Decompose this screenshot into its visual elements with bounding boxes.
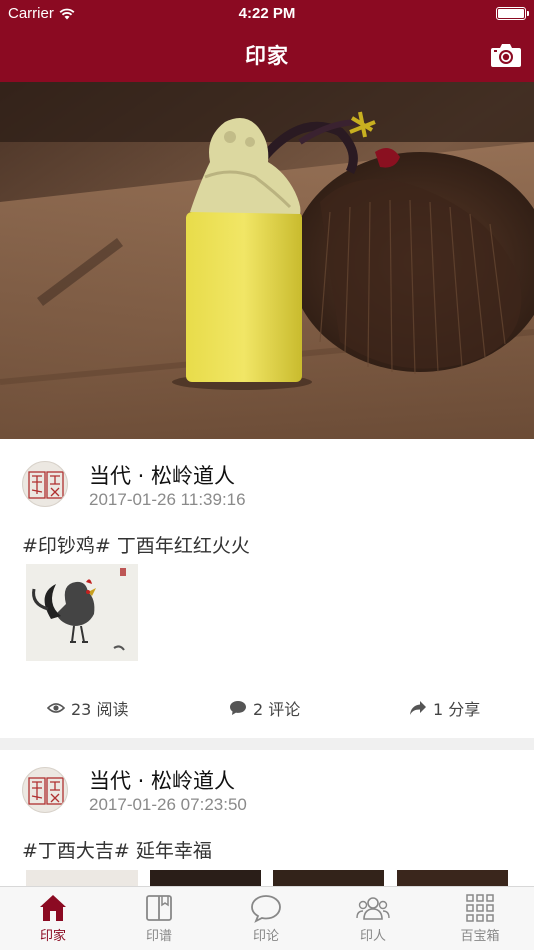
- tab-yinren[interactable]: 印人: [333, 893, 413, 944]
- status-time: 4:22 PM: [238, 5, 296, 22]
- views-label: 23 阅读: [71, 700, 129, 719]
- tab-baibaoxiang[interactable]: 百宝箱: [440, 893, 520, 944]
- page-title: 印家: [245, 44, 289, 68]
- tab-label: 印人: [359, 929, 386, 944]
- post-card[interactable]: 当代 · 松岭道人 2017-01-26 07:23:50 #丁酉大吉# 延年幸…: [0, 750, 534, 886]
- seal-avatar-icon: [28, 471, 64, 499]
- post-stats: 23 阅读 2 评论 1 分享: [0, 696, 534, 726]
- share-button[interactable]: 1 分享: [409, 696, 480, 720]
- seal-stone-photo: [0, 82, 534, 439]
- battery-icon: [496, 7, 529, 20]
- tab-bar: 印家 印谱 印论 印人 百宝箱: [0, 886, 534, 950]
- comments-label: 2 评论: [253, 700, 301, 719]
- tab-label: 百宝箱: [460, 929, 500, 944]
- rooster-painting: [26, 564, 138, 661]
- book-icon: [146, 895, 172, 921]
- post-image[interactable]: [273, 870, 384, 886]
- tab-yinjia[interactable]: 印家: [13, 893, 93, 944]
- chat-bubble-icon: [251, 895, 281, 923]
- people-icon: [356, 897, 390, 920]
- post-time: 2017-01-26 07:23:50: [89, 795, 247, 814]
- grid-icon: [466, 894, 494, 922]
- tab-label: 印论: [252, 929, 279, 944]
- views-stat: 23 阅读: [47, 696, 128, 720]
- avatar[interactable]: [22, 767, 68, 813]
- post-content: #印钞鸡# 丁酉年红红火火: [22, 535, 250, 557]
- post-author[interactable]: 当代 · 松岭道人: [89, 460, 235, 490]
- comments-button[interactable]: 2 评论: [229, 696, 300, 720]
- status-bar: Carrier 4:22 PM: [0, 0, 534, 28]
- tab-yinlun[interactable]: 印论: [226, 893, 306, 944]
- post-content: #丁酉大吉# 延年幸福: [22, 840, 212, 862]
- nav-bar: 印家: [0, 28, 534, 82]
- share-label: 1 分享: [433, 700, 481, 719]
- share-icon: [410, 701, 426, 715]
- camera-icon[interactable]: [490, 42, 522, 68]
- post-card[interactable]: 当代 · 松岭道人 2017-01-26 11:39:16 #印钞鸡# 丁酉年红…: [0, 439, 534, 738]
- seal-avatar-icon: [28, 777, 64, 805]
- post-image[interactable]: [26, 870, 138, 886]
- tab-label: 印谱: [145, 929, 172, 944]
- banner-image[interactable]: [0, 82, 534, 439]
- post-image[interactable]: [397, 870, 508, 886]
- post-time: 2017-01-26 11:39:16: [89, 490, 246, 509]
- post-image[interactable]: [150, 870, 261, 886]
- tab-label: 印家: [39, 929, 66, 944]
- post-author[interactable]: 当代 · 松岭道人: [89, 765, 235, 795]
- comment-icon: [230, 701, 246, 715]
- post-image[interactable]: [26, 564, 138, 661]
- eye-icon: [47, 703, 65, 713]
- avatar[interactable]: [22, 461, 68, 507]
- tab-yinpu[interactable]: 印谱: [119, 893, 199, 944]
- home-icon: [40, 895, 66, 921]
